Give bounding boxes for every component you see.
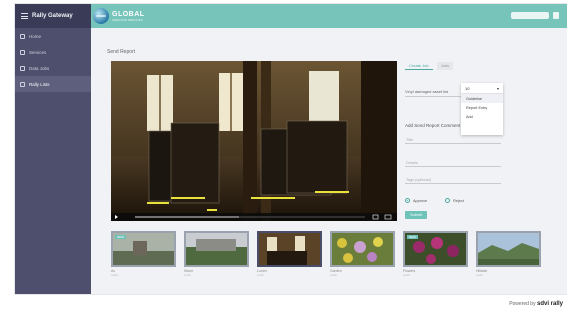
app-title: Rally Gateway	[32, 13, 73, 19]
decision-radios: Approve Reject	[405, 198, 464, 203]
thumbnail-subcaption: Audit	[111, 273, 118, 277]
tags-input[interactable]: Tags (optional)	[405, 173, 501, 184]
video-player[interactable]	[111, 61, 397, 221]
chevron-down-icon: ▾	[496, 85, 499, 91]
thumbnail-card[interactable]: NEW Flowers Audit	[403, 231, 468, 277]
sidebar-item-label: Data Jobs	[29, 65, 50, 71]
list-icon	[20, 81, 25, 87]
sidebar-item-label: Home	[29, 33, 42, 39]
thumbnail-subcaption: Audit	[476, 273, 483, 277]
thumbnail-image	[476, 231, 541, 267]
sidebar-item-rally-lists[interactable]: Rally Lists	[15, 76, 91, 92]
radio-dot	[405, 198, 410, 203]
volume-icon	[372, 214, 379, 220]
thumbnail-subcaption: Audit	[184, 273, 191, 277]
report-panel: Create Job Jobs Vinyl damaged asset list…	[405, 61, 511, 221]
app-frame: Rally Gateway Home Services Data Jobs Ra…	[14, 3, 567, 295]
thumbnail-card[interactable]: Hillside Audit	[476, 231, 541, 277]
title-input[interactable]: Title	[405, 133, 501, 144]
dropdown-selected[interactable]: 10 ▾	[461, 83, 503, 94]
submit-button[interactable]: Submit	[405, 211, 427, 219]
jobs-icon	[20, 65, 25, 71]
thumbnail-card[interactable]: Stone Audit	[184, 231, 249, 277]
list-select[interactable]: Vinyl damaged asset list	[405, 87, 467, 97]
top-header: GLOBAL CREATIVE SERVICES	[91, 4, 567, 28]
play-icon	[115, 215, 118, 219]
radio-reject[interactable]: Reject	[445, 198, 464, 203]
thumbnail-image	[184, 231, 249, 267]
search-input[interactable]	[511, 12, 549, 19]
new-badge: NEW	[115, 235, 126, 239]
logo-main-text: GLOBAL	[112, 10, 145, 18]
radio-approve[interactable]: Approve	[405, 198, 427, 203]
video-frame	[111, 61, 397, 221]
globe-logo-icon	[93, 8, 109, 24]
thumbnail-subcaption: Audit	[330, 273, 337, 277]
thumbnail-image: NEW	[403, 231, 468, 267]
sidebar-item-label: Services	[29, 49, 47, 55]
user-icon[interactable]	[553, 12, 559, 19]
thumbnail-image	[330, 231, 395, 267]
panel-tabs: Create Job Jobs	[405, 61, 511, 71]
details-input[interactable]: Details	[405, 151, 501, 167]
thumbnail-card[interactable]: Garden Audit	[330, 231, 395, 277]
sidebar-header: Rally Gateway	[15, 4, 91, 28]
new-badge: NEW	[407, 235, 418, 239]
services-icon	[20, 49, 25, 55]
sidebar-item-label: Rally Lists	[29, 81, 50, 87]
thumbnail-image	[257, 231, 322, 267]
thumbnail-subcaption: Audit	[257, 273, 264, 277]
tab-jobs[interactable]: Jobs	[436, 62, 454, 70]
dropdown-item[interactable]: Report Entry	[461, 103, 503, 112]
fullscreen-icon	[384, 214, 392, 220]
tab-create-job[interactable]: Create Job	[405, 62, 433, 70]
brand-logo: sdvi rally	[536, 301, 563, 307]
main-content: Send Report Create Job Jobs Vinyl damage…	[91, 28, 567, 294]
thumbnail-card[interactable]: NEW Ac Audit	[111, 231, 176, 277]
dropdown-menu[interactable]: 10 ▾ Guideline Report Entry Add	[461, 83, 503, 135]
thumbnail-subcaption: Audit	[403, 273, 410, 277]
sidebar-item-services[interactable]: Services	[15, 44, 91, 60]
thumbnail-strip: NEW Ac Audit Stone Audit Lunch Audit Gar…	[111, 231, 541, 277]
form-title: Add Send Report Comment	[405, 123, 461, 128]
home-icon	[20, 33, 25, 39]
dropdown-item[interactable]: Add	[461, 112, 503, 121]
sidebar-item-data-jobs[interactable]: Data Jobs	[15, 60, 91, 76]
breadcrumb: Send Report	[107, 49, 136, 55]
thumbnail-image: NEW	[111, 231, 176, 267]
radio-dot	[445, 198, 451, 203]
thumbnail-card[interactable]: Lunch Audit	[257, 231, 322, 277]
sidebar: Rally Gateway Home Services Data Jobs Ra…	[15, 4, 91, 294]
powered-by: Powered by sdvi rally	[509, 301, 563, 307]
logo[interactable]: GLOBAL CREATIVE SERVICES	[93, 8, 145, 24]
video-controls[interactable]	[111, 213, 397, 221]
dropdown-item[interactable]: Guideline	[461, 94, 503, 103]
hamburger-menu-icon[interactable]	[21, 13, 28, 19]
logo-sub-text: CREATIVE SERVICES	[112, 17, 143, 22]
sidebar-item-home[interactable]: Home	[15, 28, 91, 44]
